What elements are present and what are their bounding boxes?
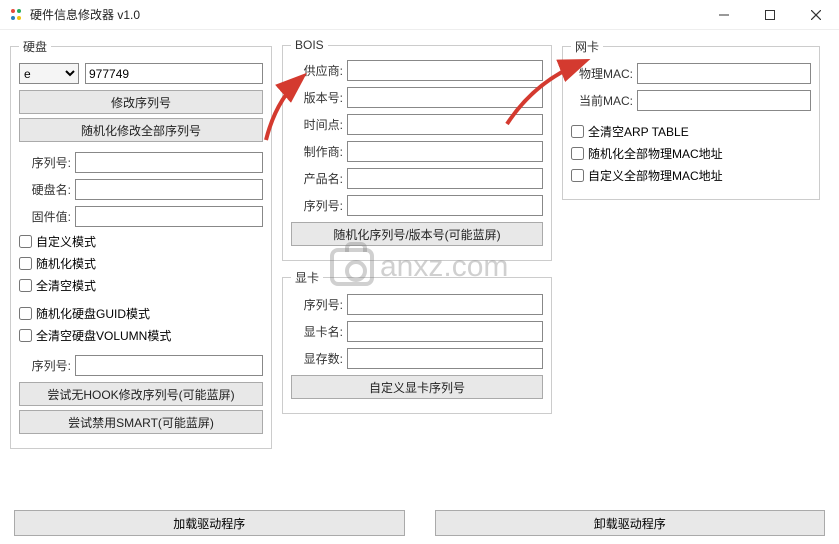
minimize-button[interactable] [701,0,747,30]
hdd-custom-mode-checkbox[interactable] [19,235,32,248]
hdd-clear-mode-checkbox[interactable] [19,279,32,292]
bottom-bar: 加载驱动程序 卸载驱动程序 [0,510,839,536]
hdd-firmware-label: 固件值: [19,208,71,225]
load-driver-button[interactable]: 加载驱动程序 [14,510,405,536]
bios-time-input[interactable] [347,114,543,135]
bios-maker-input[interactable] [347,141,543,162]
gpu-name-input[interactable] [347,321,543,342]
nic-clear-arp-label: 全清空ARP TABLE [588,123,689,140]
group-nic: 网卡 物理MAC: 当前MAC: 全清空ARP TABLE 随机化全部物理MAC… [562,38,820,200]
window-title: 硬件信息修改器 v1.0 [30,6,701,23]
close-button[interactable] [793,0,839,30]
bios-vendor-label: 供应商: [291,62,343,79]
hdd-custom-mode-label: 自定义模式 [36,233,96,250]
nic-phys-mac-input[interactable] [637,63,811,84]
bios-version-label: 版本号: [291,89,343,106]
group-hdd-legend: 硬盘 [19,38,51,55]
randomize-all-serials-button[interactable]: 随机化修改全部序列号 [19,118,263,142]
hdd-serial-input[interactable] [75,152,263,173]
hdd-diskname-input[interactable] [75,179,263,200]
hdd-clear-volume-checkbox[interactable] [19,329,32,342]
maximize-button[interactable] [747,0,793,30]
hdd-diskname-label: 硬盘名: [19,181,71,198]
nic-cur-mac-label: 当前MAC: [571,92,633,109]
drive-value-input[interactable] [85,63,263,84]
app-icon [8,7,24,23]
bios-serial-input[interactable] [347,195,543,216]
nic-custom-mac-checkbox[interactable] [571,169,584,182]
nic-phys-mac-label: 物理MAC: [571,65,633,82]
nic-clear-arp-checkbox[interactable] [571,125,584,138]
bios-serial-label: 序列号: [291,197,343,214]
group-bios-legend: BOIS [291,38,328,52]
gpu-serial-label: 序列号: [291,296,343,313]
try-disable-smart-button[interactable]: 尝试禁用SMART(可能蓝屏) [19,410,263,434]
gpu-memory-label: 显存数: [291,350,343,367]
try-nohook-button[interactable]: 尝试无HOOK修改序列号(可能蓝屏) [19,382,263,406]
hdd-serial2-input[interactable] [75,355,263,376]
bios-vendor-input[interactable] [347,60,543,81]
nic-cur-mac-input[interactable] [637,90,811,111]
group-nic-legend: 网卡 [571,38,603,55]
group-gpu-legend: 显卡 [291,269,323,286]
hdd-serial2-label: 序列号: [19,357,71,374]
titlebar: 硬件信息修改器 v1.0 [0,0,839,30]
nic-random-mac-label: 随机化全部物理MAC地址 [588,145,723,162]
hdd-clear-mode-label: 全清空模式 [36,277,96,294]
hdd-random-guid-label: 随机化硬盘GUID模式 [36,305,150,322]
bios-product-label: 产品名: [291,170,343,187]
nic-random-mac-checkbox[interactable] [571,147,584,160]
bios-time-label: 时间点: [291,116,343,133]
gpu-custom-serial-button[interactable]: 自定义显卡序列号 [291,375,543,399]
group-gpu: 显卡 序列号: 显卡名: 显存数: 自定义显卡序列号 [282,269,552,414]
nic-custom-mac-label: 自定义全部物理MAC地址 [588,167,723,184]
drive-letter-select[interactable]: e [19,63,79,84]
hdd-random-mode-label: 随机化模式 [36,255,96,272]
hdd-random-mode-checkbox[interactable] [19,257,32,270]
bios-maker-label: 制作商: [291,143,343,160]
group-bios: BOIS 供应商: 版本号: 时间点: 制作商: 产品名: [282,38,552,261]
group-hdd: 硬盘 e 修改序列号 随机化修改全部序列号 序列号: 硬盘名: 固件值: [10,38,272,449]
gpu-serial-input[interactable] [347,294,543,315]
gpu-name-label: 显卡名: [291,323,343,340]
bios-product-input[interactable] [347,168,543,189]
hdd-firmware-input[interactable] [75,206,263,227]
bios-version-input[interactable] [347,87,543,108]
gpu-memory-input[interactable] [347,348,543,369]
hdd-random-guid-checkbox[interactable] [19,307,32,320]
bios-randomize-button[interactable]: 随机化序列号/版本号(可能蓝屏) [291,222,543,246]
modify-serial-button[interactable]: 修改序列号 [19,90,263,114]
hdd-serial-label: 序列号: [19,154,71,171]
hdd-clear-volume-label: 全清空硬盘VOLUMN模式 [36,327,171,344]
window-controls [701,0,839,29]
unload-driver-button[interactable]: 卸载驱动程序 [435,510,826,536]
